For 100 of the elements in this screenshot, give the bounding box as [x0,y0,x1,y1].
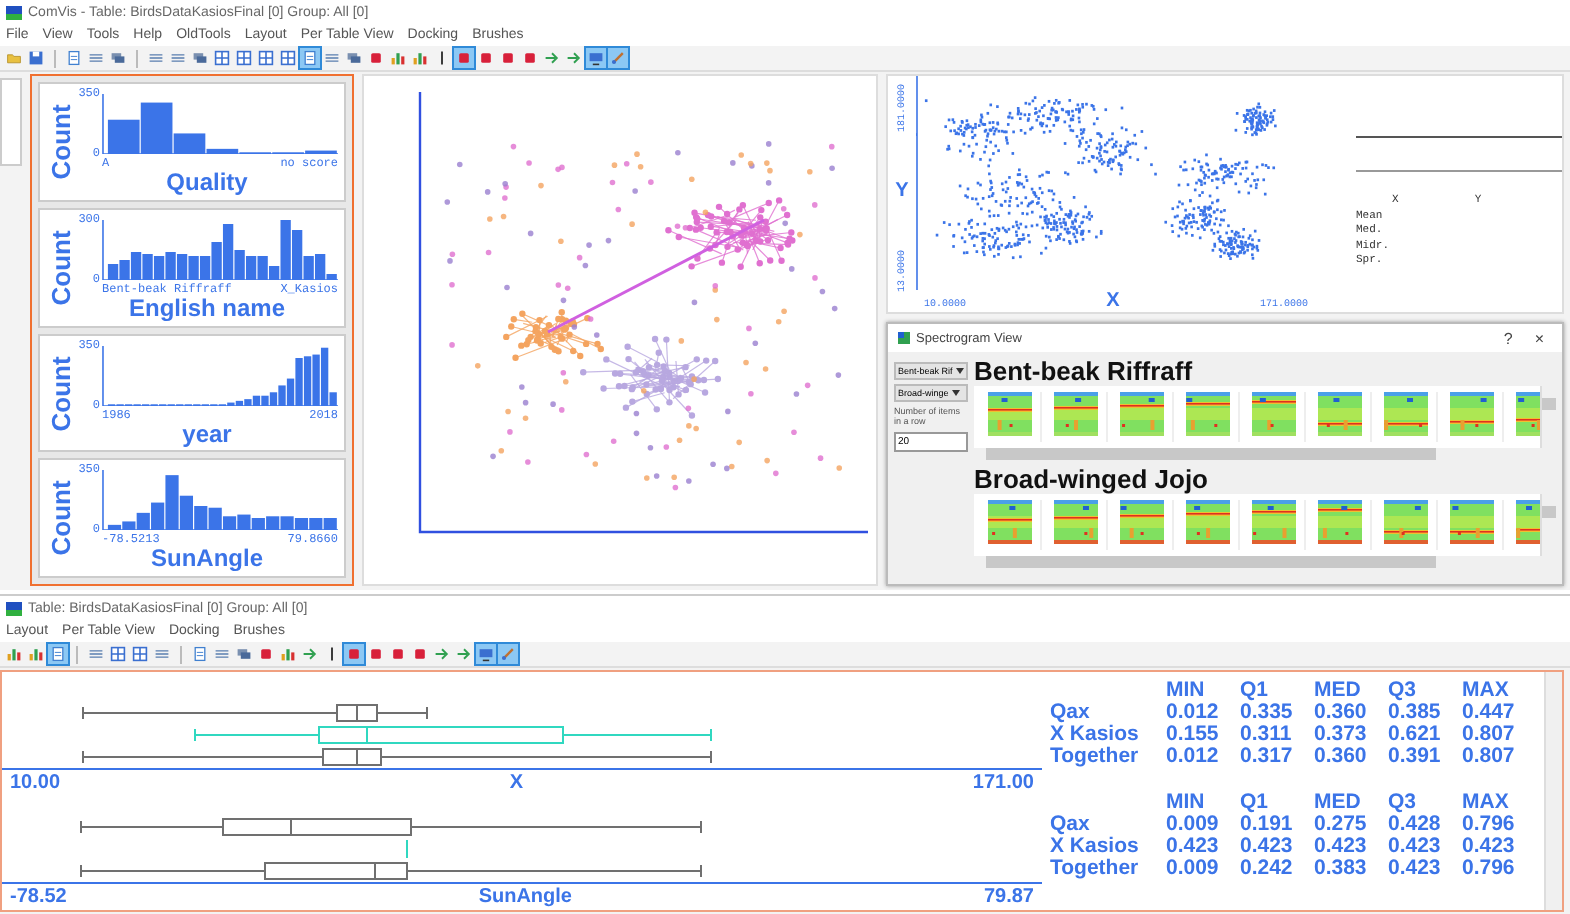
toolbar-button[interactable] [410,48,430,68]
table-cell-text: 0.807 [1462,724,1517,746]
close-button[interactable]: × [1526,329,1552,347]
axis-max-label: 171.00 [972,771,1034,793]
list-icon [214,646,230,662]
toolbar-button[interactable] [234,48,254,68]
list-icon [88,646,104,662]
toolbar-button[interactable] [190,48,210,68]
chart-icon [28,646,44,662]
document-icon [66,50,82,66]
toolbar-button[interactable] [278,644,298,664]
species-title: Bent-beak Riffraff [974,356,1195,386]
table-cell-text: 0.317 [1240,746,1295,768]
toolbar-button[interactable] [388,644,408,664]
table-cell-text: 0.447 [1462,702,1517,724]
toolbar-button[interactable] [410,644,430,664]
grid-icon [214,50,230,66]
column-header: MIN [1166,792,1207,814]
toolbar-button[interactable] [388,48,408,68]
row-label: Together [1050,746,1141,768]
app-icon [6,5,22,19]
table-cell-text: 0.360 [1314,746,1369,768]
table-cell-text: 0.423 [1314,836,1369,858]
app-icon [6,601,22,615]
table-cell-text: 0.423 [1388,858,1443,880]
axis-title: SunAngle [149,546,265,573]
column-header: Q3 [1388,680,1419,702]
toolbar-separator [54,49,56,67]
table-cell-text: 0.242 [1240,858,1295,880]
toolbar-button[interactable] [278,48,298,68]
row-label: Qax [1050,702,1092,724]
toolbar-button[interactable] [366,48,386,68]
grid-icon [280,50,296,66]
toolbar-separator [180,645,182,663]
brush-icon [500,646,516,662]
toolbar-separator [136,49,138,67]
toolbar-button[interactable] [130,644,150,664]
square-icon [456,50,472,66]
chart-icon [6,646,22,662]
square-icon [412,646,428,662]
layers-icon [192,50,208,66]
table-cell-text: 0.423 [1240,836,1295,858]
axis-title: Count [46,353,76,435]
toolbar-button[interactable] [476,48,496,68]
toolbar-button[interactable] [344,48,364,68]
axis-min-label: -78.52 [10,885,67,907]
toolbar-button[interactable] [108,644,128,664]
document-icon [192,646,208,662]
list-icon [148,50,164,66]
toolbar-button[interactable] [212,48,232,68]
list-icon [324,50,340,66]
axis-title: Y [895,180,909,202]
axis-title: X [1106,290,1120,312]
table-cell-text: 0.423 [1166,836,1221,858]
table-cell-text: 0.191 [1240,814,1295,836]
square-icon [346,646,362,662]
toolbar-button[interactable] [4,644,24,664]
arrow-icon [566,50,582,66]
list-icon [154,646,170,662]
table-cell-text: 0.311 [1240,724,1294,746]
table-cell-text: 0.796 [1462,858,1517,880]
toolbar-button[interactable] [26,644,46,664]
toolbar-button[interactable] [366,644,386,664]
chart-icon [280,646,296,662]
grid-icon [110,646,126,662]
axis-min-label: 10.00 [10,771,61,793]
toolbar-separator [76,645,78,663]
scrollbar[interactable] [1544,672,1562,910]
arrow-icon [302,646,318,662]
table-cell-text: 0.621 [1388,724,1443,746]
toolbar-button[interactable] [498,48,518,68]
axis-title: English name [126,295,286,322]
document-icon [50,646,66,662]
table-cell-text: 0.391 [1388,746,1443,768]
table-cell-text: 0.009 [1166,814,1221,836]
toolbar-button[interactable] [26,48,46,68]
toolbar-button[interactable] [108,48,128,68]
help-button[interactable]: ? [1495,329,1521,347]
toolbar-button[interactable] [256,48,276,68]
brush-icon [610,50,626,66]
axis-title: Quality [164,170,250,196]
table-cell-text: 0.423 [1462,836,1517,858]
table-cell-text: 0.012 [1166,702,1221,724]
row-label: Together [1050,858,1141,880]
square-icon [258,646,274,662]
table-cell-text: 0.385 [1388,702,1443,724]
monitor-icon [478,646,494,662]
layers-icon [110,50,126,66]
arrow-icon [544,50,560,66]
grid-icon [236,50,252,66]
column-header: MIN [1166,680,1207,702]
column-header: MED [1314,680,1363,702]
document-icon [302,50,318,66]
toolbar-button[interactable] [234,644,254,664]
row-label: X Kasios [1050,724,1141,746]
table-cell-text: 0.012 [1166,746,1221,768]
toolbar-button[interactable] [256,644,276,664]
axis-title: Count [46,227,76,309]
toolbar-button[interactable] [520,48,540,68]
column-header: Q3 [1388,792,1419,814]
